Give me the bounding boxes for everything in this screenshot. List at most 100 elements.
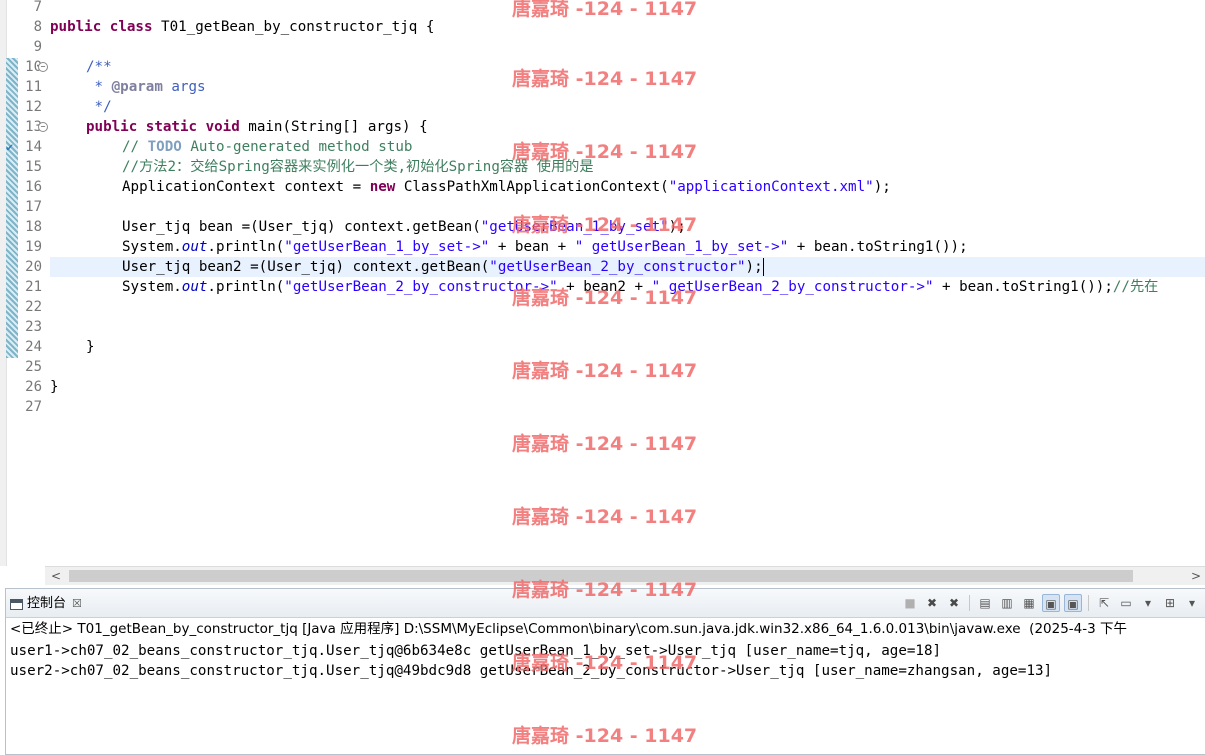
todo-tag: TODO [147,139,182,155]
line-number: 25 [25,359,42,375]
keyword: public [50,19,102,35]
string-literal: "getUserBean_1_by_set->" [284,239,490,255]
line-number: 15 [25,159,42,175]
clear-console-icon[interactable]: ▤ [976,594,994,612]
scroll-right-arrow-icon[interactable]: > [1187,567,1205,585]
code-text: + bean.toString1()); [788,239,968,255]
code-line-24[interactable]: } [86,337,95,357]
line-number: 17 [25,199,42,215]
code-text: ); [668,219,686,235]
show-on-error-icon[interactable]: ▣ [1064,594,1082,612]
line-number-gutter: 7 8 9 10 11 12 13 14 15 16 17 18 19 20 2… [18,0,45,566]
code-text: .println( [207,239,285,255]
code-text: User_tjq bean2 =(User_tjq) context.getBe… [122,259,490,275]
scroll-left-arrow-icon[interactable]: < [47,567,65,585]
code-line-12[interactable]: */ [86,97,112,117]
tab-console[interactable]: 控制台 ☒ [6,591,88,617]
code-line-18[interactable]: User_tjq bean =(User_tjq) context.getBea… [122,217,686,237]
static-field: out [181,279,208,295]
scroll-lock-icon[interactable]: ▥ [998,594,1016,612]
fold-collapse-icon[interactable]: − [38,122,48,132]
string-literal: "getUserBean_1_by_set" [480,219,669,235]
static-field: out [181,239,208,255]
line-number: 19 [25,239,42,255]
code-line-8[interactable]: public class T01_getBean_by_constructor_… [50,17,434,37]
code-line-13[interactable]: public static void main(String[] args) { [86,117,428,137]
code-text: ClassPathXmlApplicationContext( [395,179,669,195]
code-text: + bean + [489,239,575,255]
text-cursor [762,258,764,276]
line-number: 24 [25,339,42,355]
code-text: main(String[] args) { [239,119,428,135]
fold-collapse-icon[interactable]: − [38,62,48,72]
open-console-icon[interactable]: ⊞ [1161,594,1179,612]
comment: //先在 [1112,279,1159,295]
comment: // [122,139,148,155]
keyword: public [86,119,138,135]
scrollbar-thumb[interactable] [69,570,1133,582]
code-line-11[interactable]: * @param args [86,77,206,97]
line-number: 21 [25,279,42,295]
javadoc-tag: @param [111,79,163,95]
console-view: 控制台 ☒ ■ ✖ ✖ ▤ ▥ ▦ ▣ ▣ ⇱ ▭ ▾ ⊞ ▾ <已终止> T0… [5,588,1205,755]
terminate-icon[interactable]: ■ [901,594,919,612]
code-line-16[interactable]: ApplicationContext context = new ClassPa… [122,177,891,197]
string-literal: " getUserBean_1_by_set->" [574,239,789,255]
line-number: 12 [25,99,42,115]
keyword: static [145,119,198,135]
code-text: ); [873,179,891,195]
code-line-14[interactable]: // TODO Auto-generated method stub [122,137,412,157]
line-number: 16 [25,179,42,195]
console-icon [10,598,23,610]
string-literal: "getUserBean_2_by_constructor->" [284,279,558,295]
line-number: 23 [25,319,42,335]
code-line-26[interactable]: } [50,377,59,397]
display-console-icon[interactable]: ▭ [1117,594,1135,612]
code-editor[interactable]: ✔ 7 8 9 10 11 12 13 14 15 16 17 18 19 20… [0,0,1205,566]
code-line-10[interactable]: /** [86,57,112,77]
code-text: ); [745,259,763,275]
console-output-line: user1->ch07_02_beans_constructor_tjq.Use… [10,643,942,659]
remove-all-icon[interactable]: ✖ [945,594,963,612]
toolbar-separator [1088,595,1089,611]
string-literal: "applicationContext.xml" [668,179,874,195]
close-icon[interactable]: ☒ [72,591,82,617]
console-output-line: user2->ch07_02_beans_constructor_tjq.Use… [10,663,1053,679]
line-number: 22 [25,299,42,315]
keyword: new [369,179,396,195]
line-number: 8 [33,19,42,35]
editor-horizontal-scrollbar[interactable]: < > [45,566,1205,585]
code-text: ApplicationContext context = [122,179,370,195]
code-line-15[interactable]: //方法2：交给Spring容器来实例化一个类,初始化Spring容器 使用的是 [122,157,594,177]
code-text: + bean2 + [557,279,652,295]
javadoc-text: args [162,79,206,95]
line-number: 27 [25,399,42,415]
keyword: class [109,19,153,35]
code-line-19[interactable]: System.out.println("getUserBean_1_by_set… [122,237,968,257]
line-number: 11 [25,79,42,95]
code-text: System. [122,239,182,255]
code-line-20-current[interactable]: User_tjq bean2 =(User_tjq) context.getBe… [50,257,1205,277]
javadoc-text: * [86,79,112,95]
console-tab-bar: 控制台 ☒ ■ ✖ ✖ ▤ ▥ ▦ ▣ ▣ ⇱ ▭ ▾ ⊞ ▾ [6,589,1205,618]
string-literal: "getUserBean_2_by_constructor" [489,259,746,275]
line-number: 9 [33,39,42,55]
line-number: 7 [33,0,42,15]
remove-launch-icon[interactable]: ✖ [923,594,941,612]
view-menu-icon[interactable]: ▾ [1139,594,1157,612]
code-line-21[interactable]: System.out.println("getUserBean_2_by_con… [122,277,1158,297]
line-number: 20 [25,259,42,275]
word-wrap-icon[interactable]: ▦ [1020,594,1038,612]
code-text: User_tjq bean =(User_tjq) context.getBea… [122,219,481,235]
comment: Auto-generated method stub [181,139,413,155]
code-text: .println( [207,279,285,295]
line-number: 26 [25,379,42,395]
console-process-status: <已终止> T01_getBean_by_constructor_tjq [Ja… [10,621,1128,637]
keyword: void [205,119,240,135]
toolbar-separator [969,595,970,611]
show-on-output-icon[interactable]: ▣ [1042,594,1060,612]
chevron-down-icon[interactable]: ▾ [1183,594,1201,612]
pin-console-icon[interactable]: ⇱ [1095,594,1113,612]
string-literal: " getUserBean_2_by_constructor->" [651,279,934,295]
